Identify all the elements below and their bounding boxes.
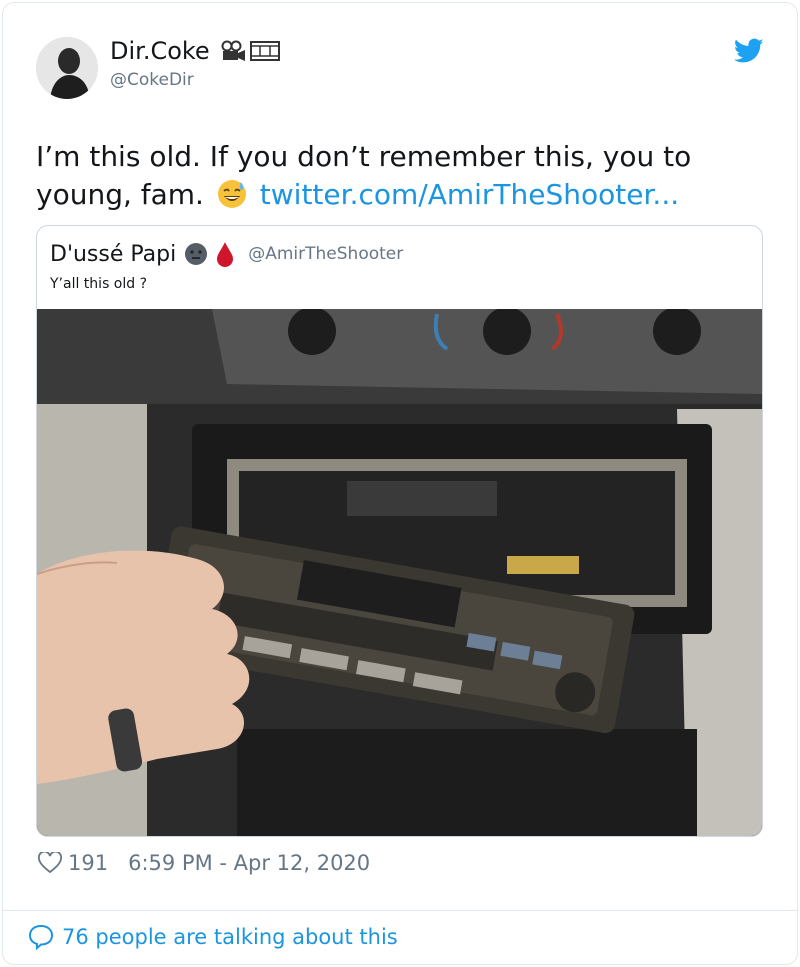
tweet-link[interactable]: twitter.com/AmirTheShooter... — [260, 178, 679, 211]
quoted-handle[interactable]: @AmirTheShooter — [248, 244, 403, 264]
talking-text[interactable]: 76 people are talking about this — [62, 925, 398, 949]
heart-icon[interactable] — [38, 852, 62, 874]
tweet-text: I’m this old. If you don’t remember this… — [36, 138, 756, 214]
author-avatar[interactable] — [36, 37, 98, 99]
name-emojis — [220, 40, 280, 62]
tweet-meta: 191 6:59 PM - Apr 12, 2020 — [38, 851, 370, 875]
likes-count[interactable]: 191 — [68, 851, 108, 875]
twitter-bird-icon[interactable] — [734, 38, 764, 64]
dark-face-icon — [185, 243, 208, 265]
quoted-text: Y’all this old ? — [50, 276, 148, 292]
reply-bubble-icon — [28, 924, 54, 950]
quoted-author-row[interactable]: D'ussé Papi @AmirTheShooter — [50, 241, 403, 267]
divider — [2, 910, 798, 911]
blood-drop-icon — [217, 242, 234, 267]
author-name-row[interactable]: Dir.Coke — [110, 37, 280, 65]
author-handle[interactable]: @CokeDir — [110, 70, 194, 90]
tweet-timestamp[interactable]: 6:59 PM - Apr 12, 2020 — [128, 851, 370, 875]
quoted-tweet[interactable]: D'ussé Papi @AmirTheShooter Y’all this o… — [36, 225, 763, 837]
avatar-photo — [36, 37, 98, 99]
sweat-smile-icon — [217, 180, 246, 208]
car-stereo-faceplate-photo[interactable] — [37, 309, 763, 837]
movie-camera-icon — [221, 40, 245, 61]
film-frames-icon — [249, 41, 280, 61]
quoted-display-name[interactable]: D'ussé Papi — [50, 242, 176, 267]
author-display-name[interactable]: Dir.Coke — [110, 37, 210, 65]
talking-link[interactable]: 76 people are talking about this — [28, 924, 398, 950]
